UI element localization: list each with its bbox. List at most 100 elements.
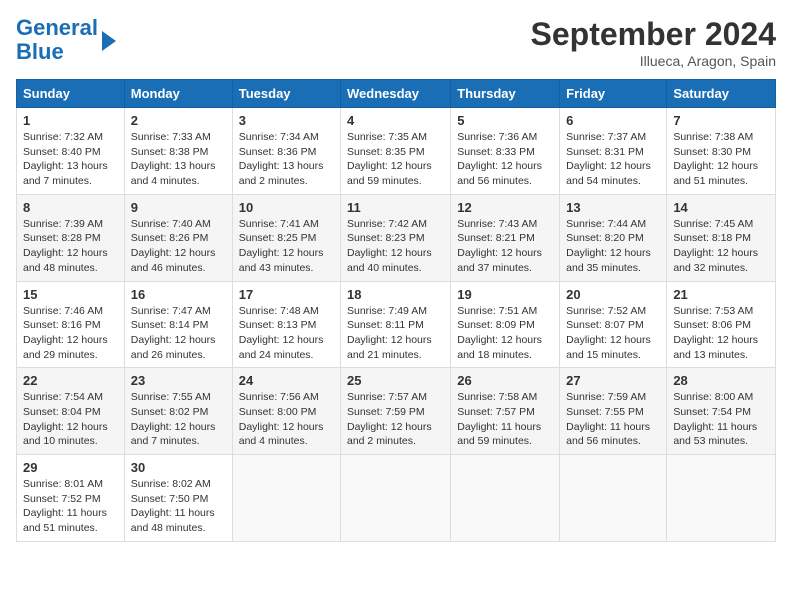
cell-line: Sunset: 8:35 PM [347,146,425,158]
cell-line: Sunset: 8:02 PM [131,406,209,418]
cell-line: Sunrise: 7:46 AM [23,305,103,317]
cell-line: Sunrise: 7:53 AM [673,305,753,317]
cell-line: Daylight: 12 hours [673,334,758,346]
cell-line: and 37 minutes. [457,262,532,274]
cell-line: Daylight: 12 hours [457,160,542,172]
calendar-cell: 17Sunrise: 7:48 AMSunset: 8:13 PMDayligh… [232,281,340,368]
cell-line: and 48 minutes. [23,262,98,274]
cell-content: Sunrise: 7:52 AM Sunset: 8:07 PM Daylight:… [566,304,660,363]
calendar-cell: 22Sunrise: 7:54 AMSunset: 8:04 PMDayligh… [17,368,125,455]
cell-line: Sunrise: 7:51 AM [457,305,537,317]
cell-line: Daylight: 12 hours [457,334,542,346]
cell-line: and 26 minutes. [131,349,206,361]
cell-line: Sunset: 8:20 PM [566,232,644,244]
calendar-cell [560,455,667,542]
cell-content: Sunrise: 7:46 AMSunset: 8:16 PMDaylight:… [23,304,118,363]
cell-line: Sunset: 8:16 PM [23,319,101,331]
cell-line: and 7 minutes. [23,175,92,187]
location: Illueca, Aragon, Spain [531,53,776,69]
day-number: 15 [23,287,118,302]
cell-content: Sunrise: 7:39 AMSunset: 8:28 PMDaylight:… [23,217,118,276]
cell-line: Sunset: 8:18 PM [673,232,751,244]
cell-line: and 4 minutes. [131,175,200,187]
cell-line: Daylight: 12 hours [239,247,324,259]
cell-content: Sunrise: 7:43 AMSunset: 8:21 PMDaylight:… [457,217,553,276]
cell-line: Sunset: 7:55 PM [566,406,644,418]
day-number: 13 [566,200,660,215]
cell-line: and 59 minutes. [347,175,422,187]
day-number: 3 [239,113,334,128]
cell-line: and 7 minutes. [131,435,200,447]
cell-line: Sunrise: 7:57 AM [347,391,427,403]
cell-line: Sunrise: 7:44 AM [566,218,646,230]
calendar-week-row: 15 Sunrise: 7:46 AM Sunset: 8:16 PM Dayligh… [17,281,776,368]
cell-line: Sunrise: 7:41 AM [239,218,319,230]
calendar-cell: 24Sunrise: 7:56 AMSunset: 8:00 PMDayligh… [232,368,340,455]
calendar-cell: 20Sunrise: 7:52 AMSunset: 8:07 PMDayligh… [560,281,667,368]
cell-line: and 59 minutes. [457,435,532,447]
cell-line: Sunset: 8:30 PM [673,146,751,158]
cell-line: Sunrise: 7:36 AM [457,131,537,143]
day-of-week-thursday: Thursday [451,80,560,108]
cell-line: Sunset: 8:07 PM [566,319,644,331]
cell-content: Sunrise: 7:58 AMSunset: 7:57 PMDaylight:… [457,390,553,449]
day-number: 26 [457,373,553,388]
cell-line: Daylight: 12 hours [347,334,432,346]
cell-content: Sunrise: 8:00 AMSunset: 7:54 PMDaylight:… [673,390,769,449]
day-of-week-sunday: Sunday [17,80,125,108]
day-number: 4 [347,113,444,128]
cell-line: Daylight: 12 hours [347,247,432,259]
cell-line: Sunset: 7:50 PM [131,493,209,505]
cell-line: and 15 minutes. [566,349,641,361]
cell-line: and 51 minutes. [23,522,98,534]
calendar-cell: 2Sunrise: 7:33 AMSunset: 8:38 PMDaylight… [124,108,232,195]
cell-content: Sunrise: 7:51 AM Sunset: 8:09 PM Daylight:… [457,304,553,363]
cell-content: Sunrise: 7:35 AMSunset: 8:35 PMDaylight:… [347,130,444,189]
cell-line: Sunset: 8:21 PM [457,232,535,244]
day-number: 27 [566,373,660,388]
day-number: 22 [23,373,118,388]
calendar-cell: 3Sunrise: 7:34 AMSunset: 8:36 PMDaylight… [232,108,340,195]
cell-content: Sunrise: 7:56 AMSunset: 8:00 PMDaylight:… [239,390,334,449]
cell-line: and 32 minutes. [673,262,748,274]
calendar-cell: 26 Sunrise: 7:58 AMSunset: 7:57 PMDayligh… [451,368,560,455]
cell-line: Sunrise: 7:35 AM [347,131,427,143]
day-number: 16 [131,287,226,302]
cell-line: Sunset: 8:28 PM [23,232,101,244]
cell-line: Daylight: 12 hours [131,421,216,433]
logo: General Blue [16,16,116,64]
cell-line: Sunset: 8:09 PM [457,319,535,331]
cell-line: and 43 minutes. [239,262,314,274]
cell-line: Daylight: 11 hours [23,507,107,519]
cell-line: Sunset: 8:33 PM [457,146,535,158]
cell-line: Sunrise: 7:40 AM [131,218,211,230]
cell-line: and 48 minutes. [131,522,206,534]
cell-line: Sunrise: 7:58 AM [457,391,537,403]
cell-line: Sunrise: 7:34 AM [239,131,319,143]
logo-blue: Blue [16,39,64,64]
cell-line: Sunrise: 7:39 AM [23,218,103,230]
calendar-cell: 6Sunrise: 7:37 AMSunset: 8:31 PMDaylight… [560,108,667,195]
calendar-week-row: 8Sunrise: 7:39 AMSunset: 8:28 PMDaylight… [17,194,776,281]
cell-content: Sunrise: 7:59 AMSunset: 7:55 PMDaylight:… [566,390,660,449]
calendar-cell: 15Sunrise: 7:46 AMSunset: 8:16 PMDayligh… [17,281,125,368]
cell-line: Daylight: 12 hours [23,421,108,433]
cell-line: Sunrise: 7:52 AM [566,305,646,317]
cell-line: and 2 minutes. [347,435,416,447]
cell-line: Daylight: 12 hours [239,421,324,433]
day-of-week-saturday: Saturday [667,80,776,108]
cell-line: Daylight: 12 hours [673,160,758,172]
logo-arrow-icon [102,31,116,51]
calendar-table: SundayMondayTuesdayWednesdayThursdayFrid… [16,79,776,542]
cell-content: Sunrise: 7:32 AMSunset: 8:40 PMDaylight:… [23,130,118,189]
cell-line: and 10 minutes. [23,435,98,447]
logo-text: General Blue [16,16,98,64]
calendar-cell [341,455,451,542]
calendar-cell: 27 Sunrise: 7:59 AMSunset: 7:55 PMDayligh… [560,368,667,455]
day-of-week-monday: Monday [124,80,232,108]
day-number: 7 [673,113,769,128]
cell-line: Daylight: 12 hours [566,334,651,346]
cell-line: Sunset: 8:00 PM [239,406,317,418]
day-number: 17 [239,287,334,302]
cell-line: and 21 minutes. [347,349,422,361]
